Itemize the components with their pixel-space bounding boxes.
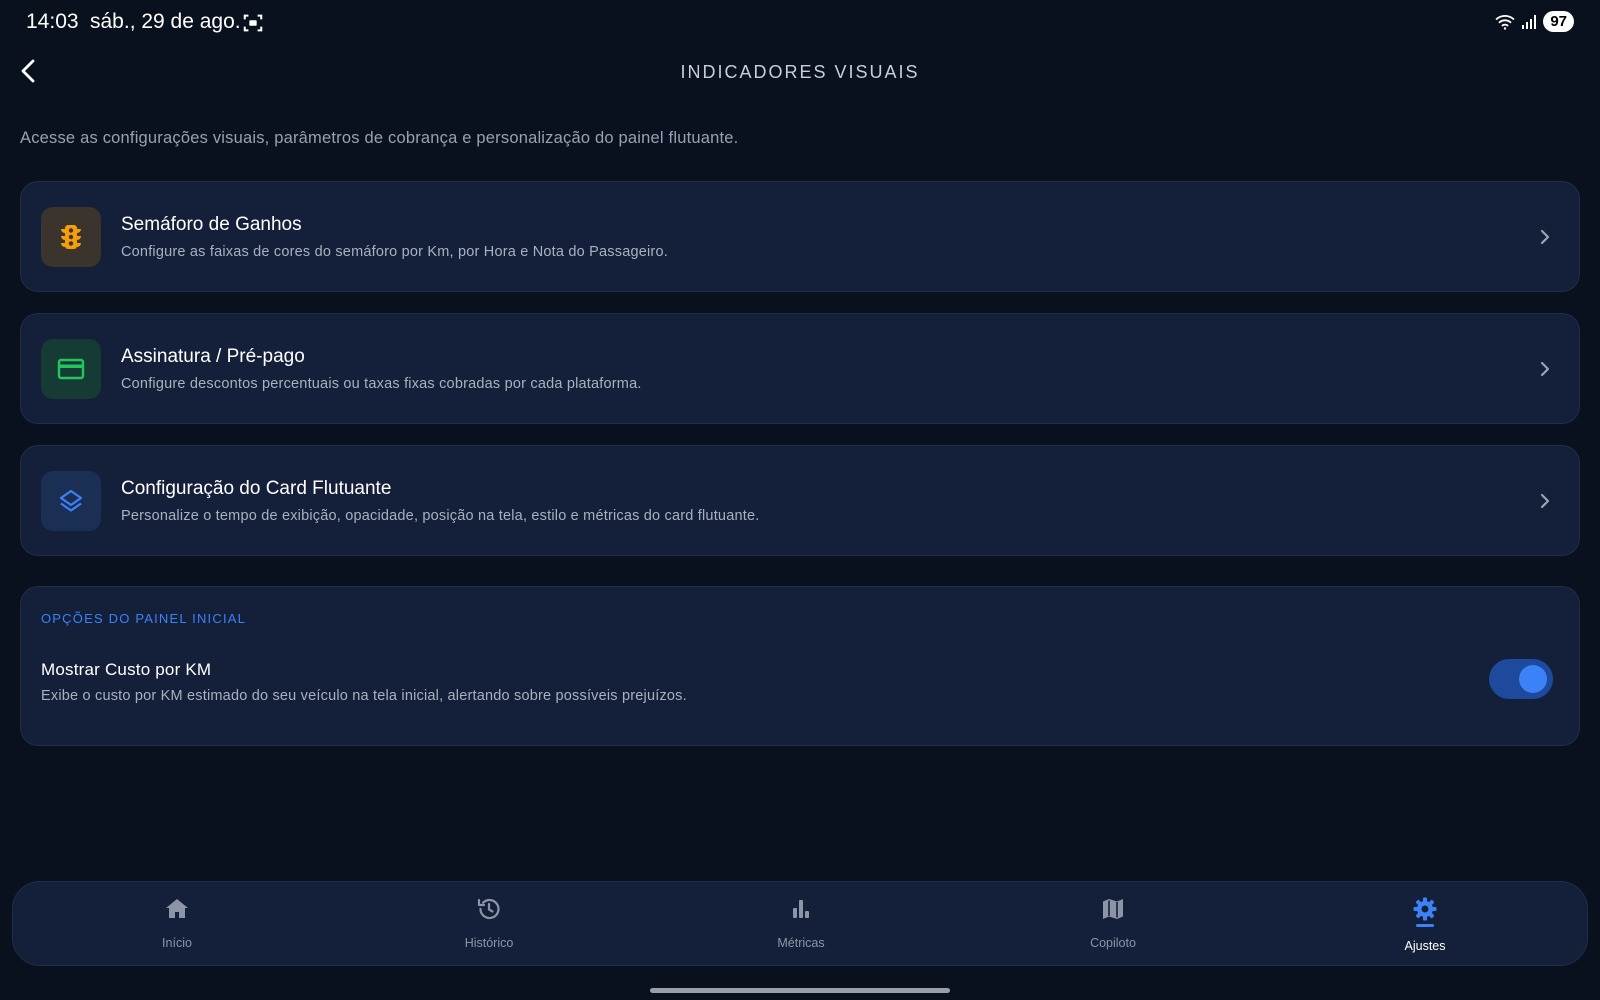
card-icon-box — [41, 471, 101, 531]
status-bar: 14:03 sáb., 29 de ago. 97 — [0, 0, 1600, 44]
nav-item-copiloto[interactable]: Copiloto — [1013, 882, 1213, 967]
card-title: Assinatura / Pré-pago — [121, 346, 305, 367]
credit-card-icon — [57, 358, 85, 380]
status-time: 14:03 — [26, 10, 79, 33]
map-icon — [1103, 899, 1123, 919]
show-cost-per-km-toggle[interactable] — [1489, 659, 1553, 699]
card-title: Configuração do Card Flutuante — [121, 478, 392, 499]
card-subtitle: Configure descontos percentuais ou taxas… — [121, 376, 642, 392]
option-title: Mostrar Custo por KM — [41, 660, 212, 679]
screen: 14:03 sáb., 29 de ago. 97 INDICADORES VI… — [0, 0, 1600, 1000]
page-title: INDICADORES VISUAIS — [680, 62, 920, 82]
nav-label: Ajustes — [1404, 939, 1446, 953]
chevron-right-icon — [1540, 493, 1550, 509]
toggle-knob — [1519, 665, 1547, 693]
history-icon — [477, 898, 500, 920]
nav-label: Início — [162, 936, 192, 950]
option-subtitle: Exibe o custo por KM estimado do seu veí… — [41, 688, 687, 704]
home-icon — [166, 899, 188, 918]
card-configuracao-card-flutuante[interactable]: Configuração do Card Flutuante Personali… — [20, 445, 1580, 556]
nav-item-metricas[interactable]: Métricas — [701, 882, 901, 967]
wifi-icon — [1495, 14, 1515, 30]
nav-item-ajustes[interactable]: Ajustes — [1325, 882, 1525, 967]
options-panel: OPÇÕES DO PAINEL INICIAL Mostrar Custo p… — [20, 586, 1580, 746]
gear-icon — [1413, 897, 1437, 921]
chevron-right-icon — [1540, 229, 1550, 245]
bottom-nav: Início Histórico Métricas Copiloto Ajust… — [12, 881, 1588, 966]
status-right: 97 — [1495, 11, 1574, 32]
card-semaforo-de-ganhos[interactable]: Semáforo de Ganhos Configure as faixas d… — [20, 181, 1580, 292]
section-heading: OPÇÕES DO PAINEL INICIAL — [41, 611, 247, 626]
page-description: Acesse as configurações visuais, parâmet… — [20, 129, 739, 147]
card-assinatura-pre-pago[interactable]: Assinatura / Pré-pago Configure desconto… — [20, 313, 1580, 424]
card-icon-box — [41, 207, 101, 267]
active-indicator — [1416, 924, 1434, 927]
nav-item-historico[interactable]: Histórico — [389, 882, 589, 967]
nav-label: Copiloto — [1090, 936, 1136, 950]
nav-label: Histórico — [464, 936, 514, 950]
card-subtitle: Configure as faixas de cores do semáforo… — [121, 244, 668, 260]
traffic-light-icon — [61, 225, 81, 249]
card-subtitle: Personalize o tempo de exibição, opacida… — [121, 508, 760, 524]
bar-chart-icon — [793, 900, 809, 918]
card-title: Semáforo de Ganhos — [121, 214, 302, 235]
layers-icon — [59, 489, 83, 512]
screenshot-icon — [243, 14, 263, 32]
home-indicator[interactable] — [650, 988, 950, 993]
status-date: sáb., 29 de ago. — [90, 10, 241, 33]
signal-icon — [1522, 14, 1537, 29]
battery-badge: 97 — [1543, 11, 1574, 32]
chevron-right-icon — [1540, 361, 1550, 377]
card-icon-box — [41, 339, 101, 399]
nav-item-inicio[interactable]: Início — [77, 882, 277, 967]
nav-label: Métricas — [777, 936, 825, 950]
